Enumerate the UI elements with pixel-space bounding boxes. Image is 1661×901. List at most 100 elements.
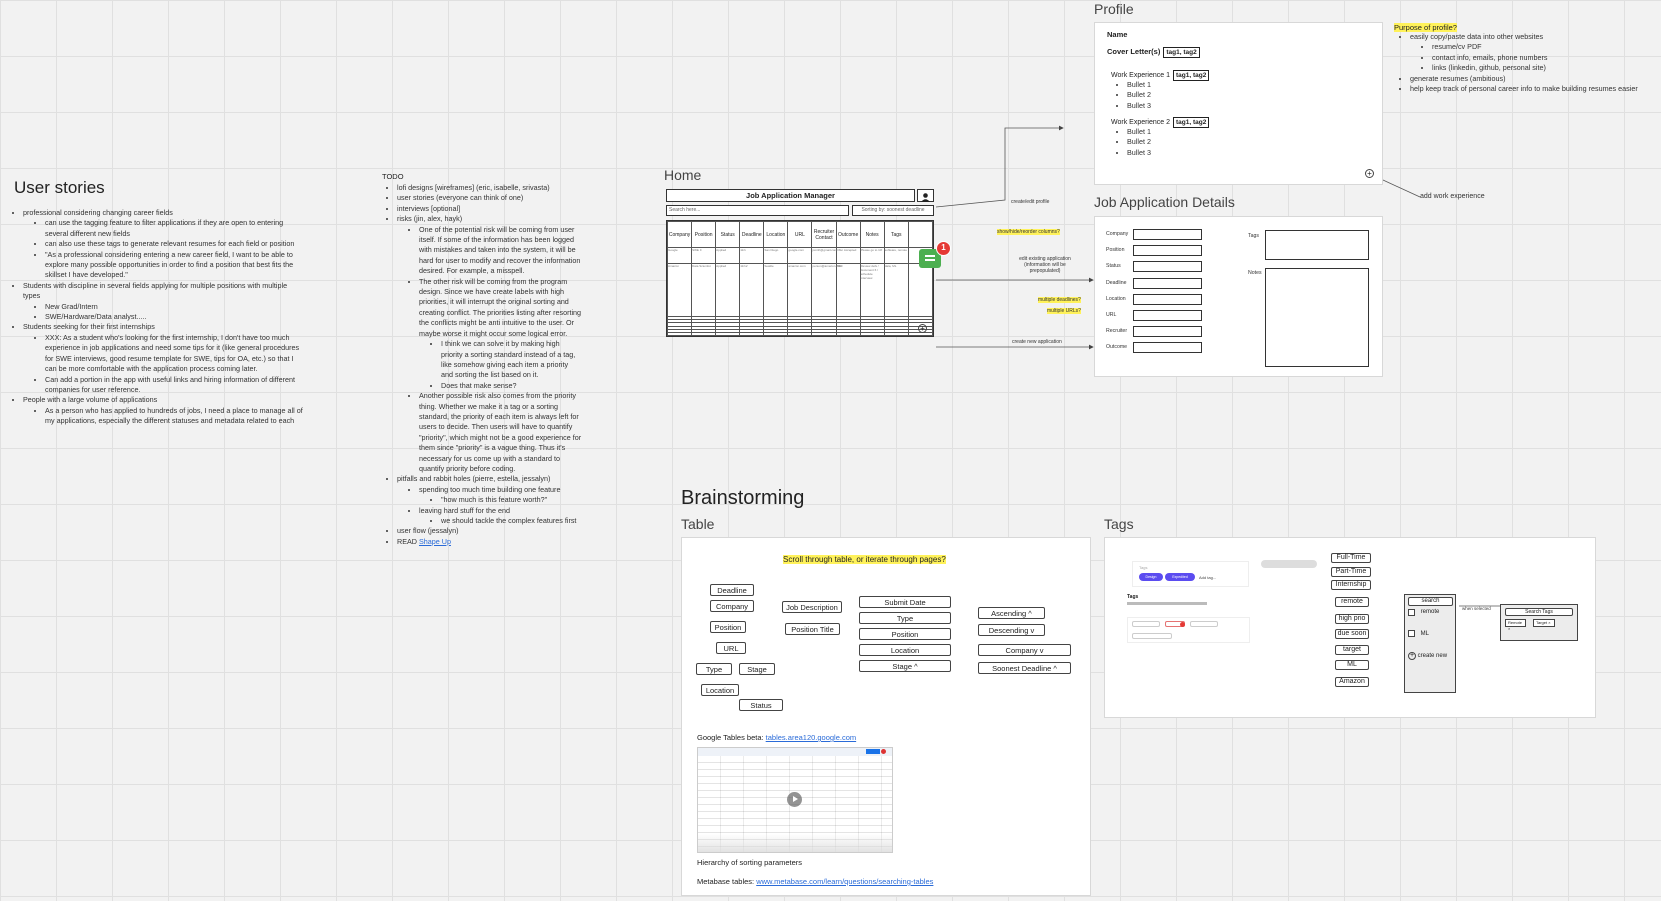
purpose-section: Purpose of profile? easily copy/paste da… (1394, 23, 1654, 94)
field-label: Location (1106, 295, 1126, 302)
work-2-bullets: Bullet 1 Bullet 2 Bullet 3 (1111, 127, 1209, 158)
list-item: generate resumes (ambitious) (1410, 74, 1654, 84)
create-new-tag[interactable]: + create new (1408, 652, 1447, 660)
sort-param-button[interactable]: Location (859, 644, 951, 656)
tag-button[interactable]: Part-Time (1331, 567, 1371, 577)
sort-order-button[interactable]: Descending v (978, 624, 1045, 636)
add-tag-input[interactable]: Add tag... (1199, 575, 1216, 580)
field-input[interactable] (1133, 245, 1202, 257)
details-frame: Company Position Status Deadline Location URL… (1094, 216, 1383, 377)
tag-input-mockup: Tags Design Expedited Add tag... (1132, 561, 1249, 587)
work-2-label: Work Experience 2 (1111, 119, 1171, 126)
sort-dropdown-button[interactable]: Company v (978, 644, 1071, 656)
tags-field[interactable] (1265, 230, 1369, 260)
profile-title: Profile (1094, 1, 1134, 17)
field-input[interactable] (1133, 261, 1202, 273)
when-selected-note: when selected (1462, 606, 1491, 611)
details-title: Job Application Details (1094, 194, 1235, 210)
sort-param-button[interactable]: Job Description (782, 601, 842, 613)
google-tables-link[interactable]: tables.area120.google.com (766, 733, 856, 742)
notes-field[interactable] (1265, 268, 1369, 367)
sort-param-button[interactable]: Type (696, 663, 732, 675)
sort-param-button[interactable]: Position (859, 628, 951, 640)
add-work-experience-note: add work experience (1420, 193, 1485, 200)
table-section-title: Table (681, 516, 715, 532)
search-tags-button[interactable]: Search Tags (1505, 608, 1573, 616)
sort-param-button[interactable]: Type (859, 612, 951, 624)
profile-frame: Name Cover Letter(s) tag1, tag2 Work Expe… (1094, 22, 1383, 185)
tags-label: Tags (1248, 233, 1259, 239)
tag-button[interactable]: target (1335, 645, 1369, 655)
google-tables-line: Google Tables beta: tables.area120.googl… (697, 733, 856, 742)
work-1-tags[interactable]: tag1, tag2 (1173, 70, 1210, 81)
note-edit-existing: edit existing application (information w… (1019, 256, 1071, 274)
work-experience-2: Work Experience 2tag1, tag2 Bullet 1 Bul… (1111, 117, 1210, 158)
tags-helper-text (1127, 602, 1207, 605)
list-item: easily copy/paste data into other websit… (1410, 32, 1654, 74)
checkbox-remote-row[interactable]: remote (1408, 609, 1439, 616)
field-input[interactable] (1133, 229, 1202, 240)
note-create-new: create new application (1012, 339, 1062, 345)
table-brainstorm-frame: Scroll through table, or iterate through… (681, 537, 1091, 896)
sort-param-button[interactable]: URL (716, 642, 746, 654)
list-item: resume/cv PDF (1432, 42, 1654, 52)
play-icon[interactable] (787, 792, 802, 807)
field-label: Position (1106, 247, 1125, 254)
video-thumbnail[interactable] (697, 747, 893, 853)
sort-param-button[interactable]: Company (710, 600, 754, 612)
sort-order-button[interactable]: Ascending ^ (978, 607, 1045, 619)
tag-button[interactable]: high prio (1335, 614, 1369, 624)
selected-chip-target[interactable]: Target × (1533, 619, 1555, 627)
sort-param-button[interactable]: Location (701, 684, 739, 696)
chip-expedited[interactable]: Expedited (1165, 573, 1195, 581)
tags-heading: Tags (1127, 594, 1139, 600)
scroll-question: Scroll through table, or iterate through… (783, 555, 946, 564)
sort-dropdown-button[interactable]: Soonest Deadline ^ (978, 662, 1071, 674)
sort-param-button[interactable]: Submit Date (859, 596, 951, 608)
selected-chip-remote[interactable]: Remote × (1505, 619, 1526, 631)
search-panel: search remote ML + create new (1404, 594, 1456, 693)
chip-design[interactable]: Design (1139, 573, 1163, 581)
bullet: Bullet 1 (1127, 80, 1209, 90)
metabase-link[interactable]: www.metabase.com/learn/questions/searchi… (756, 877, 933, 886)
purpose-title: Purpose of profile? (1394, 23, 1457, 32)
field-input[interactable] (1133, 310, 1202, 321)
purpose-list: easily copy/paste data into other websit… (1394, 32, 1654, 94)
cover-letter-tags[interactable]: tag1, tag2 (1163, 47, 1200, 58)
sort-param-button[interactable]: Position Title (785, 623, 840, 635)
cover-letter-row: Cover Letter(s) tag1, tag2 (1107, 47, 1200, 58)
metabase-label: Metabase tables: (697, 877, 755, 886)
tag-button[interactable]: ML (1335, 660, 1369, 670)
work-experience-1: Work Experience 1tag1, tag2 Bullet 1 Bul… (1111, 70, 1210, 111)
checkbox-ml-row[interactable]: ML (1408, 630, 1429, 637)
bullet: Bullet 3 (1127, 148, 1209, 158)
field-label: Company (1106, 231, 1129, 237)
note-multiple-urls: multiple URLs? (1047, 308, 1081, 314)
bullet: Bullet 2 (1127, 137, 1209, 147)
sort-param-button[interactable]: Status (739, 699, 783, 711)
work-1-label: Work Experience 1 (1111, 72, 1171, 79)
brainstorming-title: Brainstorming (681, 487, 805, 509)
field-input[interactable] (1133, 277, 1202, 289)
work-2-tags[interactable]: tag1, tag2 (1173, 117, 1210, 128)
plus-icon: + (1408, 652, 1416, 660)
metabase-line: Metabase tables: www.metabase.com/learn/… (697, 877, 933, 886)
field-input[interactable] (1133, 342, 1202, 354)
sort-param-button[interactable]: Position (710, 621, 746, 633)
field-input[interactable] (1133, 326, 1202, 338)
sort-param-button[interactable]: Deadline (710, 584, 754, 596)
sort-param-button[interactable]: Stage (739, 663, 775, 675)
search-button[interactable]: search (1408, 597, 1453, 606)
field-input[interactable] (1133, 293, 1202, 305)
add-work-experience-icon[interactable]: + (1365, 169, 1374, 178)
tag-button[interactable]: remote (1335, 597, 1369, 607)
bullet: Bullet 3 (1127, 101, 1209, 111)
tag-button[interactable]: Internship (1331, 580, 1371, 590)
sort-param-button[interactable]: Stage ^ (859, 660, 951, 672)
tag-button[interactable]: Full-Time (1331, 553, 1371, 563)
tag-button[interactable]: due soon (1335, 629, 1369, 639)
list-item: links (linkedin, github, personal site) (1432, 63, 1654, 73)
tags-frame: Tags Design Expedited Add tag... Tags Fu… (1104, 537, 1596, 718)
note-show-hide-columns: show/hide/reorder columns? (997, 229, 1060, 235)
tag-button[interactable]: Amazon (1335, 677, 1369, 687)
